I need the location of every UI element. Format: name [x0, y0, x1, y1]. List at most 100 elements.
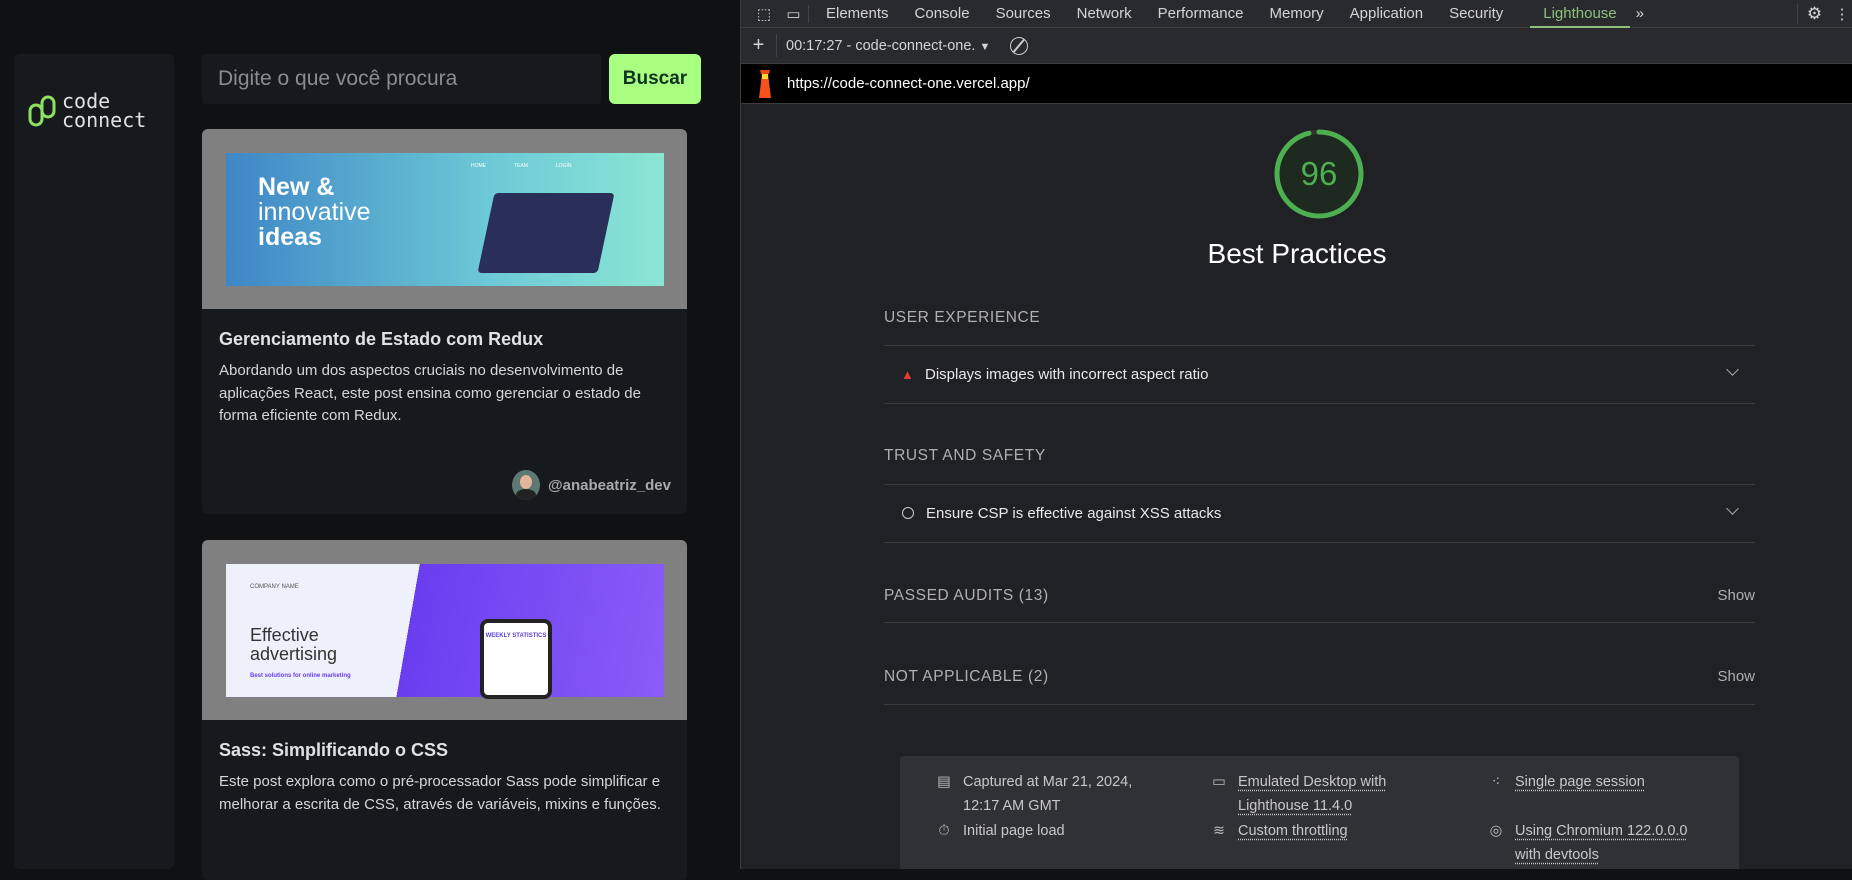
search-button[interactable]: Buscar	[609, 54, 701, 104]
section-trust-safety: TRUST AND SAFETY	[884, 447, 1046, 464]
new-report-plus-icon[interactable]: +	[741, 34, 777, 57]
image-text: New &	[258, 173, 335, 201]
sidebar	[14, 54, 174, 869]
chromium-icon: ◎	[1489, 823, 1503, 839]
avatar	[511, 470, 540, 500]
tab-security[interactable]: Security	[1436, 0, 1516, 28]
footer-text: Initial page load	[963, 823, 1065, 839]
audit-title: Displays images with incorrect aspect ra…	[925, 365, 1209, 383]
image-text: Effective	[250, 625, 319, 645]
post-title[interactable]: Sass: Simplificando o CSS	[219, 740, 670, 761]
divider	[884, 704, 1755, 705]
section-passed-audits[interactable]: PASSED AUDITS (13) Show	[884, 587, 1755, 605]
code-connect-logo[interactable]: code connect	[28, 91, 147, 132]
report-url-bar: https://code-connect-one.vercel.app/	[741, 64, 1852, 104]
tab-elements[interactable]: Elements	[813, 0, 902, 28]
image-nav: HOME	[471, 163, 486, 169]
report-select[interactable]: 00:17:27 - code-connect-one. ▼	[786, 38, 990, 54]
image-text: innovative	[258, 198, 371, 226]
divider	[884, 403, 1755, 404]
devtools-tabbar: ⬚ ▭ Elements Console Sources Network Per…	[741, 0, 1852, 28]
laptop-illustration	[477, 193, 615, 273]
score-value: 96	[1300, 155, 1338, 192]
devtools-panel: ⬚ ▭ Elements Console Sources Network Per…	[740, 0, 1852, 869]
section-label: NOT APPLICABLE	[884, 668, 1024, 685]
tab-console[interactable]: Console	[902, 0, 983, 28]
image-text: Best solutions for online marketing	[250, 673, 351, 679]
caret-down-icon: ▼	[979, 40, 991, 53]
category-title: Best Practices	[1207, 238, 1387, 269]
logo-connect: connect	[62, 108, 147, 132]
post-author[interactable]: @anabeatriz_dev	[511, 470, 671, 500]
image-nav: TEAM	[514, 163, 528, 169]
lighthouse-logo-icon	[759, 69, 771, 98]
device-toolbar-icon[interactable]: ▭	[779, 4, 809, 23]
image-text: WEEKLY STATISTICS	[485, 633, 547, 639]
browser-version[interactable]: ◎ Using Chromium 122.0.0.0 with devtools	[1487, 819, 1717, 867]
clear-reports-icon[interactable]	[1010, 36, 1029, 55]
tab-lighthouse[interactable]: Lighthouse	[1530, 0, 1630, 28]
show-button[interactable]: Show	[1717, 587, 1755, 604]
post-image: New & innovative ideas HOME TEAM LOGIN	[226, 153, 664, 286]
post-image-frame: New & innovative ideas HOME TEAM LOGIN	[202, 129, 687, 309]
page-load-mode: ⏱ Initial page load	[935, 819, 1155, 843]
runtime-settings: ▤ Captured at Mar 21, 2024, 12:17 AM GMT …	[900, 756, 1739, 869]
divider	[884, 622, 1755, 623]
image-text: ideas	[258, 223, 322, 251]
tab-memory[interactable]: Memory	[1257, 0, 1337, 28]
post-title[interactable]: Gerenciamento de Estado com Redux	[219, 329, 670, 350]
show-button[interactable]: Show	[1717, 668, 1755, 685]
section-count: (2)	[1027, 668, 1049, 685]
logo-links-icon	[28, 95, 56, 127]
footer-text: Emulated Desktop with Lighthouse 11.4.0	[1238, 774, 1387, 814]
info-circle-icon	[902, 507, 914, 519]
audit-title: Ensure CSP is effective against XSS atta…	[926, 504, 1222, 522]
chevron-down-icon[interactable]	[1726, 363, 1739, 376]
post-description: Abordando um dos aspectos cruciais no de…	[219, 362, 641, 424]
section-user-experience: USER EXPERIENCE	[884, 309, 1041, 326]
tab-application[interactable]: Application	[1337, 0, 1436, 28]
footer-text: Single page session	[1515, 774, 1645, 790]
section-not-applicable[interactable]: NOT APPLICABLE (2) Show	[884, 668, 1755, 686]
footer-text: Captured at Mar 21, 2024, 12:17 AM GMT	[963, 774, 1133, 814]
report-select-value: 00:17:27 - code-connect-one.	[786, 37, 976, 54]
image-text: COMPANY NAME	[250, 584, 299, 590]
fail-triangle-icon: ▲	[901, 366, 914, 382]
stopwatch-icon: ⏱	[938, 823, 950, 839]
section-label: PASSED AUDITS	[884, 587, 1014, 604]
search-input[interactable]	[202, 54, 601, 104]
post-image-frame: COMPANY NAME Effective advertising Best …	[202, 540, 687, 720]
footer-text: Using Chromium 122.0.0.0 with devtools	[1515, 823, 1688, 863]
calendar-icon: ▤	[937, 774, 951, 790]
web-page: codeconnect Buscar New & innovative idea…	[0, 0, 740, 880]
lighthouse-toolbar: + 00:17:27 - code-connect-one. ▼	[741, 28, 1852, 64]
more-options-icon[interactable]: ⋮	[1831, 5, 1852, 23]
post-description: Este post explora como o pré-processador…	[219, 773, 661, 813]
tab-sources[interactable]: Sources	[983, 0, 1064, 28]
footer-text: Custom throttling	[1238, 823, 1348, 839]
section-count: (13)	[1018, 587, 1049, 604]
session-dots-icon: ⁖	[1491, 774, 1501, 790]
post-card[interactable]: New & innovative ideas HOME TEAM LOGIN Ger…	[202, 129, 687, 514]
network-wifi-icon: ≋	[1212, 823, 1226, 839]
tab-network[interactable]: Network	[1064, 0, 1145, 28]
image-nav: LOGIN	[555, 163, 572, 169]
throttling[interactable]: ≋ Custom throttling	[1210, 819, 1430, 843]
settings-gear-icon[interactable]: ⚙	[1797, 3, 1831, 24]
post-image: COMPANY NAME Effective advertising Best …	[226, 564, 664, 699]
emulated-device[interactable]: ▭ Emulated Desktop with Lighthouse 11.4.0	[1210, 770, 1410, 818]
chevron-down-icon[interactable]	[1726, 502, 1739, 515]
session-type[interactable]: ⁖ Single page session	[1487, 770, 1717, 794]
divider	[884, 542, 1755, 543]
audit-item-aspect-ratio[interactable]: ▲ Displays images with incorrect aspect …	[884, 345, 1755, 403]
audit-item-csp[interactable]: Ensure CSP is effective against XSS atta…	[884, 484, 1755, 542]
author-handle: @anabeatriz_dev	[547, 476, 671, 494]
report-url[interactable]: https://code-connect-one.vercel.app/	[787, 75, 1030, 92]
post-card[interactable]: COMPANY NAME Effective advertising Best …	[202, 540, 687, 880]
inspect-element-icon[interactable]: ⬚	[749, 5, 779, 23]
more-tabs-icon[interactable]: »	[1630, 5, 1650, 22]
devices-icon: ▭	[1212, 774, 1226, 790]
image-text: advertising	[250, 644, 338, 664]
tab-performance[interactable]: Performance	[1145, 0, 1257, 28]
captured-at: ▤ Captured at Mar 21, 2024, 12:17 AM GMT	[935, 770, 1155, 818]
